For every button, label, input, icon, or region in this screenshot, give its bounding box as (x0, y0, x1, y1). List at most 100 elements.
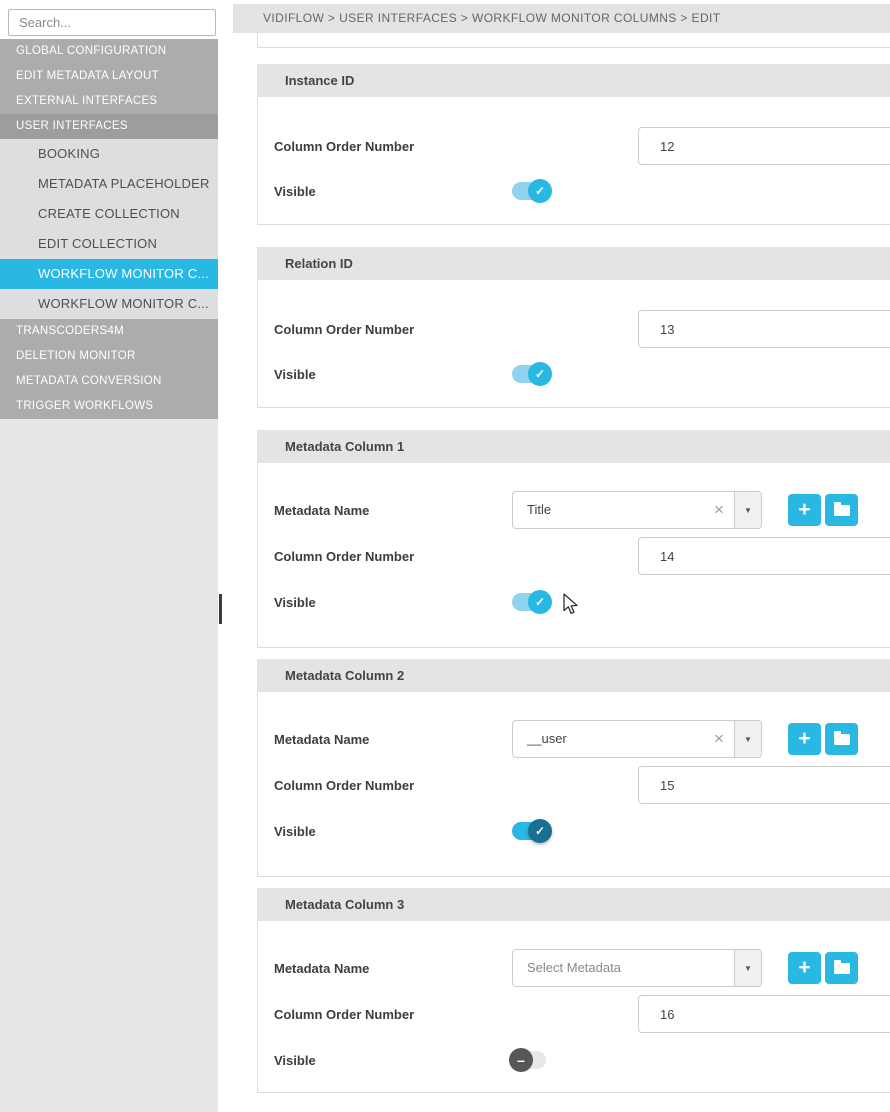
section-metadata-column-3: Metadata Column 3 Metadata Name Select M… (257, 888, 890, 1093)
section-body: Metadata Name __user × ▼ + Column Order … (257, 692, 890, 877)
clear-icon[interactable]: × (704, 492, 734, 528)
visible-row: Visible ✓ (258, 818, 890, 844)
section-title: Metadata Column 1 (257, 430, 890, 463)
sidebar-item-edit-collection[interactable]: EDIT COLLECTION (0, 229, 218, 259)
visible-toggle[interactable]: ✓ (512, 365, 546, 383)
column-order-label: Column Order Number (274, 139, 512, 154)
section-body: Metadata Name Select Metadata ▼ + Column… (257, 921, 890, 1093)
visible-label: Visible (274, 824, 512, 839)
column-order-input[interactable] (638, 310, 890, 348)
chevron-down-icon[interactable]: ▼ (734, 721, 761, 757)
metadata-actions: + (788, 952, 862, 984)
visible-row: Visible ✓ (258, 361, 890, 387)
sidebar-item-create-collection[interactable]: CREATE COLLECTION (0, 199, 218, 229)
column-order-row: Column Order Number (258, 127, 890, 165)
sidebar-item-booking[interactable]: BOOKING (0, 139, 218, 169)
plus-icon: + (798, 728, 810, 749)
visible-row: Visible ✓ (258, 178, 890, 204)
section-body: Metadata Name Title × ▼ + Column Order N… (257, 463, 890, 648)
sidebar-item-deletion-monitor[interactable]: DELETION MONITOR (0, 344, 218, 369)
clear-icon[interactable]: × (704, 721, 734, 757)
plus-icon: + (798, 499, 810, 520)
add-metadata-button[interactable]: + (788, 723, 821, 755)
sidebar-item-trigger-workflows[interactable]: TRIGGER WORKFLOWS (0, 394, 218, 419)
folder-icon (834, 734, 850, 745)
metadata-name-combobox[interactable]: __user × ▼ (512, 720, 762, 758)
section-title: Relation ID (257, 247, 890, 280)
sidebar: GLOBAL CONFIGURATION EDIT METADATA LAYOU… (0, 0, 218, 1112)
minus-icon: – (509, 1048, 533, 1072)
combobox-value: __user (513, 721, 704, 757)
metadata-name-label: Metadata Name (274, 503, 512, 518)
section-metadata-column-2: Metadata Column 2 Metadata Name __user ×… (257, 659, 890, 877)
section-title: Instance ID (257, 64, 890, 97)
visible-label: Visible (274, 367, 512, 382)
sidebar-item-metadata-conversion[interactable]: METADATA CONVERSION (0, 369, 218, 394)
visible-toggle[interactable]: ✓ (512, 182, 546, 200)
column-order-row: Column Order Number (258, 995, 890, 1033)
sidebar-item-edit-metadata-layout[interactable]: EDIT METADATA LAYOUT (0, 64, 218, 89)
sidebar-item-external-interfaces[interactable]: EXTERNAL INTERFACES (0, 89, 218, 114)
visible-toggle[interactable]: ✓ (512, 822, 546, 840)
metadata-name-label: Metadata Name (274, 732, 512, 747)
sidebar-item-metadata-placeholder[interactable]: METADATA PLACEHOLDER (0, 169, 218, 199)
sidebar-item-user-interfaces[interactable]: USER INTERFACES (0, 114, 218, 139)
column-order-label: Column Order Number (274, 549, 512, 564)
sidebar-top-group: GLOBAL CONFIGURATION EDIT METADATA LAYOU… (0, 39, 218, 139)
column-order-label: Column Order Number (274, 1007, 512, 1022)
browse-metadata-button[interactable] (825, 952, 858, 984)
check-icon: ✓ (528, 819, 552, 843)
browse-metadata-button[interactable] (825, 723, 858, 755)
metadata-name-row: Metadata Name Title × ▼ + (258, 491, 890, 529)
sidebar-item-transcoders4m[interactable]: TRANSCODERS4M (0, 319, 218, 344)
folder-icon (834, 963, 850, 974)
browse-metadata-button[interactable] (825, 494, 858, 526)
column-order-input[interactable] (638, 537, 890, 575)
section-title: Metadata Column 2 (257, 659, 890, 692)
column-order-row: Column Order Number (258, 766, 890, 804)
column-order-row: Column Order Number (258, 310, 890, 348)
plus-icon: + (798, 957, 810, 978)
mouse-cursor-icon (563, 593, 583, 617)
metadata-name-row: Metadata Name __user × ▼ + (258, 720, 890, 758)
column-order-input[interactable] (638, 127, 890, 165)
folder-icon (834, 505, 850, 516)
visible-toggle[interactable]: ✓ (512, 593, 546, 611)
metadata-actions: + (788, 723, 862, 755)
sidebar-item-workflow-monitor-columns[interactable]: WORKFLOW MONITOR C... (0, 259, 218, 289)
metadata-name-row: Metadata Name Select Metadata ▼ + (258, 949, 890, 987)
sidebar-bottom-group: TRANSCODERS4M DELETION MONITOR METADATA … (0, 319, 218, 419)
combobox-value: Title (513, 492, 704, 528)
visible-label: Visible (274, 1053, 512, 1068)
sidebar-item-workflow-monitor-columns-2[interactable]: WORKFLOW MONITOR C... (0, 289, 218, 319)
search-input[interactable] (8, 9, 216, 36)
combobox-placeholder: Select Metadata (513, 950, 734, 986)
breadcrumb-bar: VIDIFLOW > USER INTERFACES > WORKFLOW MO… (233, 4, 890, 33)
chevron-down-icon[interactable]: ▼ (734, 492, 761, 528)
metadata-name-label: Metadata Name (274, 961, 512, 976)
sidebar-sub-group: BOOKING METADATA PLACEHOLDER CREATE COLL… (0, 139, 218, 319)
column-order-input[interactable] (638, 766, 890, 804)
section-body: Column Order Number Visible ✓ (257, 280, 890, 408)
check-icon: ✓ (528, 362, 552, 386)
text-cursor-bar (219, 594, 222, 624)
add-metadata-button[interactable]: + (788, 952, 821, 984)
metadata-actions: + (788, 494, 862, 526)
add-metadata-button[interactable]: + (788, 494, 821, 526)
visible-toggle[interactable]: – (512, 1051, 546, 1069)
section-title: Metadata Column 3 (257, 888, 890, 921)
column-order-label: Column Order Number (274, 322, 512, 337)
column-order-label: Column Order Number (274, 778, 512, 793)
metadata-name-combobox[interactable]: Select Metadata ▼ (512, 949, 762, 987)
column-order-row: Column Order Number (258, 537, 890, 575)
section-relation-id: Relation ID Column Order Number Visible … (257, 247, 890, 408)
breadcrumb: VIDIFLOW > USER INTERFACES > WORKFLOW MO… (233, 4, 890, 33)
check-icon: ✓ (528, 590, 552, 614)
metadata-name-combobox[interactable]: Title × ▼ (512, 491, 762, 529)
column-order-input[interactable] (638, 995, 890, 1033)
sidebar-item-global-configuration[interactable]: GLOBAL CONFIGURATION (0, 39, 218, 64)
visible-label: Visible (274, 595, 512, 610)
visible-label: Visible (274, 184, 512, 199)
chevron-down-icon[interactable]: ▼ (734, 950, 761, 986)
check-icon: ✓ (528, 179, 552, 203)
